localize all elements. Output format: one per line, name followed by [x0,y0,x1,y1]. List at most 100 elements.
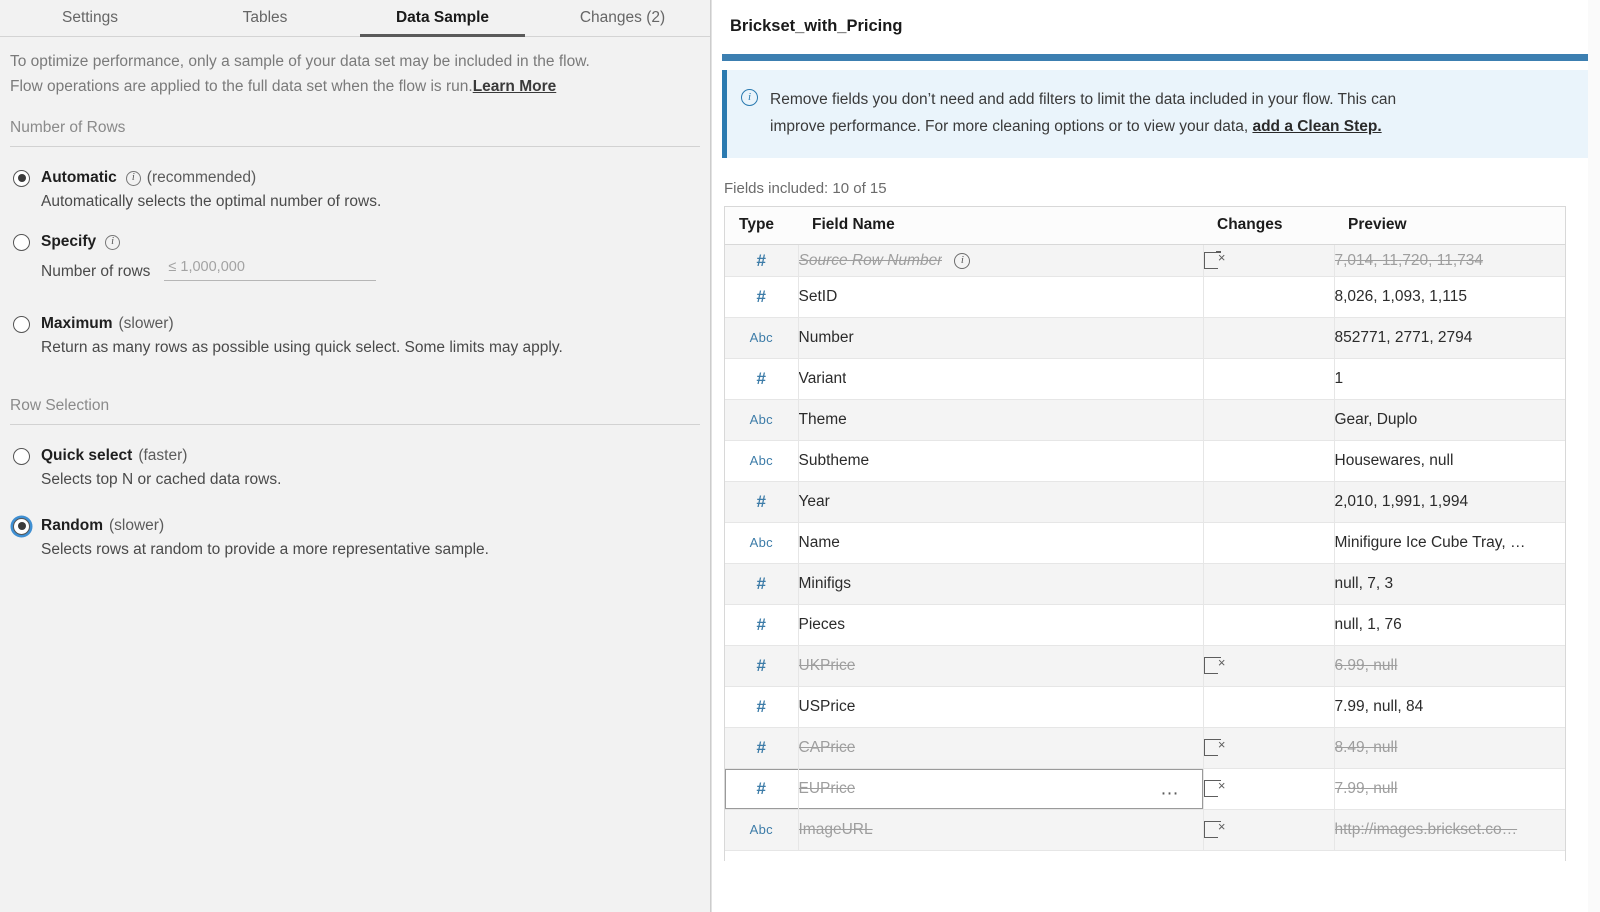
cell-changes[interactable] [1203,645,1335,687]
cell-changes[interactable] [1203,358,1335,400]
cell-field-name[interactable]: ImageURL [798,809,1204,851]
option-random[interactable]: Random (slower) Selects rows at random t… [0,517,710,559]
number-of-rows-input[interactable] [164,257,377,281]
option-maximum[interactable]: Maximum (slower) Return as many rows as … [0,315,710,357]
tab-settings[interactable]: Settings [0,0,180,36]
fields-table-body: # Source Row Number i 7,014, 11,720, 11,734… [725,244,1566,851]
cell-type[interactable]: # [725,768,799,810]
remove-field-icon[interactable] [1203,777,1225,798]
cell-field-name[interactable]: Name [798,522,1204,564]
cell-type[interactable]: Abc [725,440,799,482]
cell-field-name[interactable]: USPrice [798,686,1204,728]
cell-field-name[interactable]: Minifigs [798,563,1204,605]
cell-changes[interactable] [1203,440,1335,482]
add-clean-step-link[interactable]: add a Clean Step. [1252,118,1381,135]
number-type-icon: # [756,574,766,593]
field-name-text: Minifigs [798,575,852,592]
table-row[interactable]: # EUPrice … 7.99, null [725,768,1566,810]
option-specify[interactable]: Specify i Number of rows [0,233,710,281]
accent-bar [722,54,1600,61]
cell-changes[interactable] [1203,604,1335,646]
radio-quick-select[interactable] [13,447,30,465]
cell-preview: 8.49, null [1334,727,1566,769]
tab-tables[interactable]: Tables [180,0,350,36]
cell-changes[interactable] [1203,809,1335,851]
cell-field-name[interactable]: Subtheme [798,440,1204,482]
column-header-changes[interactable]: Changes [1203,207,1334,245]
cell-type[interactable]: # [725,358,799,400]
column-header-field-name[interactable]: Field Name [798,207,1203,245]
table-row[interactable]: # Year 2,010, 1,991, 1,994 [725,481,1566,523]
table-row[interactable]: # Source Row Number i 7,014, 11,720, 11,734 [725,244,1566,277]
radio-random[interactable] [13,517,30,535]
option-automatic[interactable]: Automatic i (recommended) Automatically … [0,169,710,211]
table-row[interactable]: # Minifigs null, 7, 3 [725,563,1566,605]
cell-type[interactable]: # [725,563,799,605]
cell-changes[interactable] [1203,563,1335,605]
cell-changes[interactable] [1203,481,1335,523]
table-row[interactable]: Abc Theme Gear, Duplo [725,399,1566,441]
cell-preview: 7,014, 11,720, 11,734 [1334,244,1566,277]
cell-field-name[interactable]: Number [798,317,1204,359]
table-row[interactable]: Abc Subtheme Housewares, null [725,440,1566,482]
table-row[interactable]: Abc Number 852771, 2771, 2794 [725,317,1566,359]
info-icon[interactable]: i [125,170,141,186]
radio-automatic[interactable] [13,169,30,187]
info-icon[interactable]: i [105,234,121,250]
cell-type[interactable]: # [725,686,799,728]
table-row[interactable]: # SetID 8,026, 1,093, 1,115 [725,276,1566,318]
cell-type[interactable]: Abc [725,399,799,441]
cell-changes[interactable] [1203,686,1335,728]
table-row[interactable]: # Variant 1 [725,358,1566,400]
cell-changes[interactable] [1203,317,1335,359]
field-name-text: EUPrice [798,780,856,797]
cell-field-name[interactable]: Pieces [798,604,1204,646]
cell-field-name[interactable]: EUPrice … [798,768,1204,810]
vertical-scrollbar[interactable] [1588,0,1600,912]
column-header-preview[interactable]: Preview [1334,207,1566,245]
table-row[interactable]: # CAPrice 8.49, null [725,727,1566,769]
cell-changes[interactable] [1203,276,1335,318]
tab-data-sample[interactable]: Data Sample [350,0,535,37]
column-header-type[interactable]: Type [725,207,798,245]
cell-field-name[interactable]: UKPrice [798,645,1204,687]
remove-field-icon[interactable] [1203,249,1225,269]
remove-field-icon[interactable] [1203,736,1225,757]
cell-type[interactable]: Abc [725,317,799,359]
cell-field-name[interactable]: CAPrice [798,727,1204,769]
radio-specify[interactable] [13,233,30,251]
row-more-menu-icon[interactable]: … [1160,780,1181,799]
table-row[interactable]: Abc Name Minifigure Ice Cube Tray, … [725,522,1566,564]
table-row[interactable]: # UKPrice 6.99, null [725,645,1566,687]
cell-changes[interactable] [1203,727,1335,769]
cell-changes[interactable] [1203,244,1335,277]
info-icon[interactable]: i [954,252,971,269]
cell-type[interactable]: # [725,727,799,769]
option-quick-select[interactable]: Quick select (faster) Selects top N or c… [0,447,710,489]
remove-field-icon[interactable] [1203,654,1225,675]
cell-changes[interactable] [1203,399,1335,441]
cell-type[interactable]: Abc [725,809,799,851]
cell-type[interactable]: # [725,481,799,523]
cell-field-name[interactable]: Year [798,481,1204,523]
learn-more-link[interactable]: Learn More [473,78,557,95]
cell-type[interactable]: # [725,604,799,646]
cell-field-name[interactable]: Source Row Number i [798,244,1204,277]
remove-field-icon[interactable] [1203,818,1225,839]
cell-field-name[interactable]: SetID [798,276,1204,318]
cell-field-name[interactable]: Theme [798,399,1204,441]
cell-type[interactable]: # [725,244,799,277]
cell-changes[interactable] [1203,522,1335,564]
cell-changes[interactable] [1203,768,1335,810]
table-row[interactable]: # Pieces null, 1, 76 [725,604,1566,646]
field-name-text: USPrice [798,698,856,715]
tab-changes[interactable]: Changes (2) [535,0,710,36]
cell-type[interactable]: # [725,645,799,687]
preview-text: 7.99, null [1334,780,1398,797]
table-row[interactable]: # USPrice 7.99, null, 84 [725,686,1566,728]
table-row[interactable]: Abc ImageURL http://images.brickset.co… [725,809,1566,851]
cell-field-name[interactable]: Variant [798,358,1204,400]
cell-type[interactable]: Abc [725,522,799,564]
radio-maximum[interactable] [13,315,30,333]
cell-type[interactable]: # [725,276,799,318]
